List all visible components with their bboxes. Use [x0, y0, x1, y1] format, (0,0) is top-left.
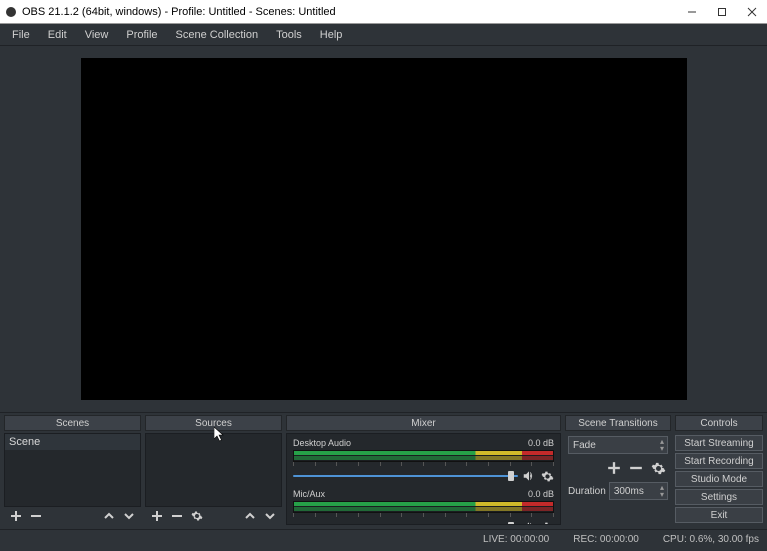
volume-slider[interactable]: [293, 524, 518, 525]
menu-view[interactable]: View: [77, 27, 117, 43]
transitions-panel: Scene Transitions Fade ▴▾ Duration 300ms…: [565, 415, 671, 525]
scenes-header: Scenes: [4, 415, 141, 431]
menubar: File Edit View Profile Scene Collection …: [0, 24, 767, 46]
menu-help[interactable]: Help: [312, 27, 351, 43]
scene-move-down-button[interactable]: [121, 508, 137, 524]
sources-header: Sources: [145, 415, 282, 431]
menu-profile[interactable]: Profile: [118, 27, 165, 43]
speaker-icon[interactable]: [522, 520, 536, 525]
add-source-button[interactable]: [149, 508, 165, 524]
channel-db: 0.0 dB: [528, 489, 554, 499]
start-streaming-button[interactable]: Start Streaming: [675, 435, 763, 451]
preview-canvas[interactable]: [81, 58, 687, 400]
preview-area: [0, 46, 767, 413]
source-move-down-button[interactable]: [262, 508, 278, 524]
sources-panel: Sources: [145, 415, 282, 525]
chevron-updown-icon: ▴▾: [660, 438, 664, 452]
channel-name: Desktop Audio: [293, 438, 351, 448]
source-move-up-button[interactable]: [242, 508, 258, 524]
scene-item[interactable]: Scene: [5, 434, 140, 450]
transition-settings-button[interactable]: [650, 460, 666, 476]
remove-source-button[interactable]: [169, 508, 185, 524]
scenes-list[interactable]: Scene: [4, 433, 141, 507]
vu-meter: [293, 501, 554, 513]
window-titlebar: OBS 21.1.2 (64bit, windows) - Profile: U…: [0, 0, 767, 24]
window-title: OBS 21.1.2 (64bit, windows) - Profile: U…: [22, 6, 677, 18]
controls-header: Controls: [675, 415, 763, 431]
channel-settings-icon[interactable]: [540, 469, 554, 483]
vu-meter: [293, 450, 554, 462]
transition-current: Fade: [573, 440, 596, 451]
duration-spinner[interactable]: 300ms ▴▾: [609, 482, 668, 500]
sources-list[interactable]: [145, 433, 282, 507]
studio-mode-button[interactable]: Studio Mode: [675, 471, 763, 487]
minimize-button[interactable]: [677, 0, 707, 24]
controls-panel: Controls Start Streaming Start Recording…: [675, 415, 763, 525]
menu-edit[interactable]: Edit: [40, 27, 75, 43]
transitions-body: Fade ▴▾ Duration 300ms ▴▾: [565, 433, 671, 525]
vu-ticks: [293, 513, 554, 517]
channel-db: 0.0 dB: [528, 438, 554, 448]
panels-row: Scenes Scene Sources Mixer: [0, 413, 767, 529]
app-icon: [6, 7, 16, 17]
scenes-toolbar: [4, 507, 141, 525]
statusbar: LIVE: 00:00:00 REC: 00:00:00 CPU: 0.6%, …: [0, 529, 767, 549]
transitions-header: Scene Transitions: [565, 415, 671, 431]
mixer-header: Mixer: [286, 415, 561, 431]
settings-button[interactable]: Settings: [675, 489, 763, 505]
duration-value: 300ms: [614, 486, 644, 497]
add-scene-button[interactable]: [8, 508, 24, 524]
start-recording-button[interactable]: Start Recording: [675, 453, 763, 469]
chevron-updown-icon: ▴▾: [660, 484, 664, 498]
duration-label: Duration: [568, 486, 606, 497]
close-button[interactable]: [737, 0, 767, 24]
volume-slider[interactable]: [293, 473, 518, 479]
speaker-icon[interactable]: [522, 469, 536, 483]
channel-settings-icon[interactable]: [540, 520, 554, 525]
transition-select[interactable]: Fade ▴▾: [568, 436, 668, 454]
scene-move-up-button[interactable]: [101, 508, 117, 524]
mixer-panel: Mixer Desktop Audio 0.0 dB: [286, 415, 561, 525]
controls-body: Start Streaming Start Recording Studio M…: [675, 433, 763, 525]
menu-file[interactable]: File: [4, 27, 38, 43]
menu-scene-collection[interactable]: Scene Collection: [168, 27, 267, 43]
mixer-body: Desktop Audio 0.0 dB Mic/Aux 0.0 dB: [286, 433, 561, 525]
channel-name: Mic/Aux: [293, 489, 325, 499]
maximize-button[interactable]: [707, 0, 737, 24]
add-transition-button[interactable]: [606, 460, 622, 476]
remove-scene-button[interactable]: [28, 508, 44, 524]
sources-toolbar: [145, 507, 282, 525]
status-cpu: CPU: 0.6%, 30.00 fps: [663, 534, 759, 545]
remove-transition-button[interactable]: [628, 460, 644, 476]
menu-tools[interactable]: Tools: [268, 27, 310, 43]
status-live: LIVE: 00:00:00: [483, 534, 549, 545]
scenes-panel: Scenes Scene: [4, 415, 141, 525]
exit-button[interactable]: Exit: [675, 507, 763, 523]
mixer-channel: Desktop Audio 0.0 dB: [293, 438, 554, 483]
status-rec: REC: 00:00:00: [573, 534, 639, 545]
vu-ticks: [293, 462, 554, 466]
mixer-channel: Mic/Aux 0.0 dB: [293, 489, 554, 525]
source-properties-button[interactable]: [189, 508, 205, 524]
